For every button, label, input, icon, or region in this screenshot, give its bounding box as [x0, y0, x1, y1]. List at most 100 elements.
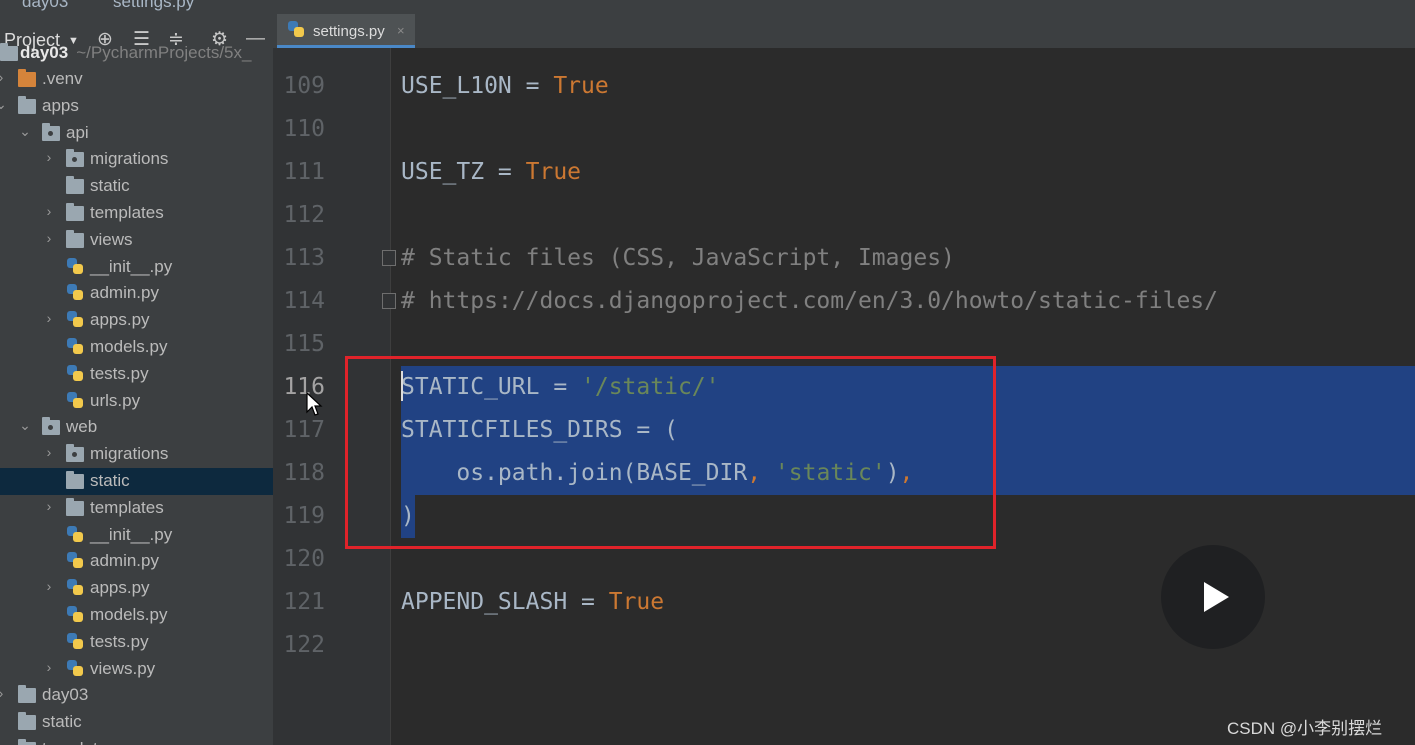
tree-root[interactable]: day03 ~/PycharmProjects/5x_ — [0, 40, 273, 67]
tree-item[interactable]: › migrations — [0, 441, 273, 468]
tree-item[interactable]: › day03 — [0, 682, 273, 709]
tree-item[interactable]: › templates — [0, 495, 273, 522]
tree-item[interactable]: › views.py — [0, 656, 273, 683]
chevron-right-icon[interactable]: › — [42, 444, 56, 460]
tree-item[interactable]: __init__.py — [0, 254, 273, 281]
folder-icon — [66, 471, 84, 489]
tree-item[interactable]: › apps.py — [0, 575, 273, 602]
line-number: 117 — [283, 417, 325, 443]
tree-item[interactable]: › views — [0, 227, 273, 254]
chevron-right-icon[interactable]: › — [42, 149, 56, 165]
fold-marker-icon[interactable] — [382, 293, 396, 309]
folder-icon — [66, 229, 84, 248]
tree-item[interactable]: models.py — [0, 602, 273, 629]
tree-item[interactable]: static — [0, 709, 273, 736]
project-panel: Project ▼ ⊕ ☰ ≑ ⚙ — day03 ~/PycharmProjec… — [0, 12, 273, 745]
tree-item-label: templates — [90, 497, 164, 517]
line-number: 110 — [283, 116, 325, 142]
tree-root-label: day03 ~/PycharmProjects/5x_ — [20, 43, 252, 62]
breadcrumb-project[interactable]: day03 — [22, 0, 68, 12]
chevron-right-icon[interactable]: › — [0, 69, 8, 85]
chevron-right-icon[interactable]: › — [42, 498, 56, 514]
python-file-icon — [66, 338, 84, 355]
tab-label: settings.py — [313, 23, 385, 40]
tree-item-label: day03 — [42, 685, 89, 705]
code-line[interactable]: USE_L10N = True — [401, 73, 609, 99]
breadcrumb-file[interactable]: settings.py — [113, 0, 194, 12]
package-folder-icon — [66, 149, 84, 168]
tree-item[interactable]: tests.py — [0, 361, 273, 388]
tree-item[interactable]: › apps.py — [0, 307, 273, 334]
chevron-down-icon[interactable]: ⌄ — [18, 123, 32, 140]
code-line[interactable]: APPEND_SLASH = True — [401, 589, 664, 615]
folder-icon — [66, 203, 84, 221]
excluded-folder-icon — [18, 69, 36, 87]
tab-settings-py[interactable]: settings.py × — [277, 14, 415, 48]
play-button[interactable] — [1161, 545, 1265, 649]
package-folder-icon — [42, 417, 60, 436]
python-file-icon — [66, 659, 84, 677]
chevron-right-icon[interactable]: › — [42, 230, 56, 246]
tree-item[interactable]: static — [0, 173, 273, 200]
tree-item[interactable]: tests.py — [0, 629, 273, 656]
code-line[interactable]: # https://docs.djangoproject.com/en/3.0/… — [401, 288, 1218, 314]
tree-item[interactable]: › templates — [0, 200, 273, 227]
tree-item-label: migrations — [90, 149, 169, 169]
tree-item[interactable]: ⌄ api — [0, 120, 273, 147]
tree-item-label: admin.py — [90, 551, 159, 571]
python-file-icon — [66, 284, 84, 301]
tree-item-label: views — [90, 229, 133, 249]
tree-item[interactable]: › migrations — [0, 146, 273, 173]
python-file-icon — [66, 552, 84, 569]
tree-item-label: tests.py — [90, 631, 149, 651]
python-file-icon — [66, 606, 84, 623]
tree-item-label: models.py — [90, 605, 168, 624]
tree-item[interactable]: admin.py — [0, 280, 273, 307]
tree-item[interactable]: static — [0, 468, 273, 495]
line-number: 122 — [283, 632, 325, 658]
python-file-icon — [287, 21, 305, 38]
close-icon[interactable]: × — [397, 23, 405, 38]
tree-item[interactable]: __init__.py — [0, 522, 273, 549]
chevron-right-icon[interactable]: › — [42, 578, 56, 594]
folder-icon — [66, 497, 84, 516]
tree-item-label: __init__.py — [90, 256, 173, 276]
tree-item[interactable]: ⌄ apps — [0, 93, 273, 120]
package-folder-icon — [66, 444, 84, 463]
chevron-right-icon[interactable]: › — [42, 659, 56, 675]
line-number: 120 — [283, 546, 325, 572]
code-token: USE_L10N = — [401, 73, 554, 99]
tree-item[interactable]: urls.py — [0, 388, 273, 415]
line-number: 114 — [283, 288, 325, 314]
chevron-right-icon[interactable]: › — [42, 203, 56, 219]
code-line[interactable]: # Static files (CSS, JavaScript, Images) — [401, 245, 955, 271]
tree-item-label: migrations — [90, 444, 169, 464]
code-token: True — [608, 589, 665, 615]
chevron-right-icon[interactable]: › — [0, 685, 8, 701]
python-file-icon — [66, 391, 84, 409]
mouse-pointer-icon — [306, 392, 323, 416]
folder-icon — [66, 176, 84, 195]
line-number: 115 — [283, 331, 325, 357]
tree-item-label: templates — [42, 739, 116, 745]
chevron-down-icon[interactable]: ⌄ — [18, 417, 32, 434]
tree-item-label: web — [66, 417, 98, 437]
tree-item[interactable]: models.py — [0, 334, 273, 361]
code-token: # Static files (CSS, JavaScript, Images) — [401, 245, 955, 271]
code-token: True — [525, 159, 582, 185]
code-line[interactable]: USE_TZ = True — [401, 159, 581, 185]
tree-item-label: static — [90, 176, 130, 196]
chevron-down-icon[interactable]: ⌄ — [0, 96, 8, 113]
tree-item-label: .venv — [42, 69, 83, 88]
folder-icon — [18, 95, 36, 114]
fold-marker-icon[interactable] — [382, 250, 396, 266]
tree-item[interactable]: templates — [0, 736, 273, 745]
chevron-right-icon[interactable]: › — [42, 310, 56, 326]
code-token: True — [553, 73, 609, 99]
tree-item[interactable]: ⌄ web — [0, 414, 273, 441]
tree-item-label: templates — [90, 203, 164, 222]
play-icon — [1204, 582, 1229, 612]
tree-item[interactable]: › .venv — [0, 66, 273, 93]
tree-item-label: __init__.py — [90, 524, 173, 544]
tree-item[interactable]: admin.py — [0, 548, 273, 575]
